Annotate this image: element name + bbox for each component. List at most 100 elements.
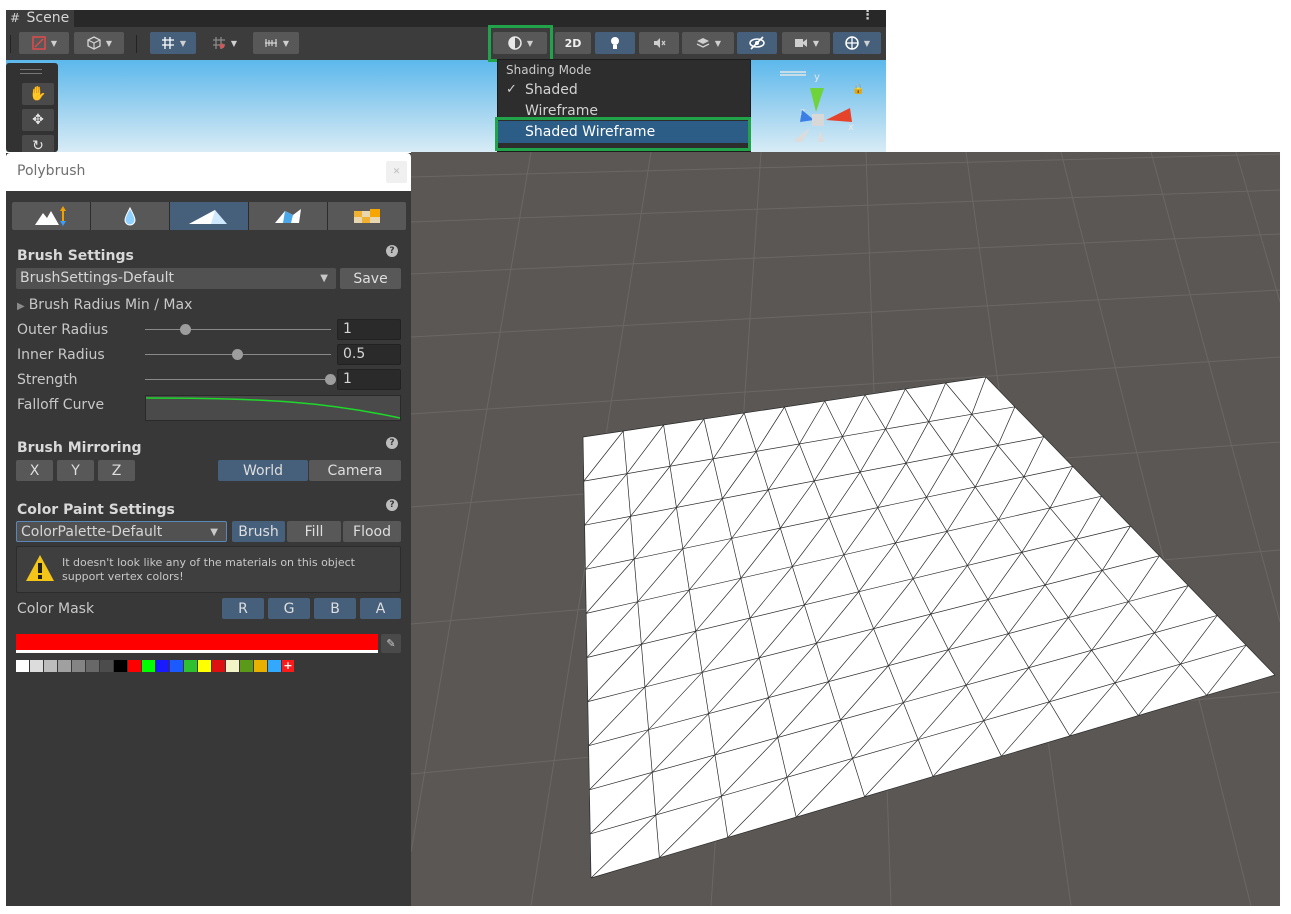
inner-radius-field[interactable]: 0.5	[337, 344, 401, 365]
move-tool-button[interactable]: ✥	[22, 109, 54, 131]
lock-icon[interactable]: 🔒	[852, 84, 864, 95]
effects-button[interactable]: ▼	[682, 32, 734, 54]
ruler-snap-button[interactable]: ▼	[253, 32, 299, 54]
mode-tab-paint-textures[interactable]	[328, 202, 406, 230]
shading-option-shaded[interactable]: ✓ Shaded	[498, 79, 750, 101]
paint-fill-mode-button[interactable]: Fill	[287, 521, 341, 542]
color-palette-select[interactable]: ColorPalette-Default ▼	[16, 521, 227, 542]
color-swatch[interactable]	[198, 660, 211, 672]
cube-icon	[87, 36, 101, 50]
add-swatch-icon[interactable]: +	[282, 660, 294, 672]
help-icon[interactable]: ?	[386, 499, 398, 511]
gizmo-neg-x-cone[interactable]	[794, 128, 810, 142]
rotate-tool-button[interactable]: ↻	[22, 135, 54, 152]
strength-slider-track[interactable]	[145, 379, 331, 380]
orientation-gizmo[interactable]: y z x	[780, 60, 870, 142]
color-swatch[interactable]	[30, 660, 43, 672]
audio-toggle-button[interactable]	[639, 32, 679, 54]
outer-radius-slider-handle[interactable]	[179, 324, 191, 335]
2d-toggle-button[interactable]: 2D	[555, 32, 591, 54]
color-swatch[interactable]	[128, 660, 141, 672]
scene-sky-background	[6, 60, 886, 152]
mirror-z-button[interactable]: Z	[98, 460, 135, 481]
color-swatch[interactable]	[72, 660, 85, 672]
brush-preset-select[interactable]: BrushSettings-Default ▼	[16, 268, 336, 289]
outer-radius-slider-track[interactable]	[145, 329, 331, 330]
save-button[interactable]: Save	[340, 268, 401, 289]
scene-tab[interactable]: # Scene	[6, 10, 74, 27]
mode-tab-smooth[interactable]	[91, 202, 170, 230]
paint-brush-mode-button[interactable]: Brush	[232, 521, 285, 542]
chevron-down-icon: ▼	[179, 38, 187, 48]
help-icon[interactable]: ?	[386, 245, 398, 257]
mask-a-button[interactable]: A	[360, 598, 401, 619]
mirror-world-button[interactable]: World	[218, 460, 308, 481]
color-swatch[interactable]	[212, 660, 225, 672]
hidden-objects-toggle-button[interactable]	[737, 32, 777, 54]
eyedropper-button[interactable]: ✎	[381, 634, 401, 653]
mirror-x-button[interactable]: X	[16, 460, 53, 481]
mirror-y-label: Y	[71, 462, 80, 479]
strength-slider-handle[interactable]	[325, 374, 336, 385]
increment-snap-button[interactable]: ▼	[201, 32, 247, 54]
gizmo-x-cone[interactable]	[826, 108, 852, 122]
lighting-toggle-button[interactable]	[595, 32, 635, 54]
render-mode-button[interactable]: ▼	[74, 32, 124, 54]
gizmos-button[interactable]: ▼	[833, 32, 881, 54]
strength-field[interactable]: 1	[337, 369, 401, 390]
draw-mode-icon	[32, 36, 46, 50]
hand-tool-button[interactable]: ✋	[22, 83, 54, 105]
shaded-wireframe-highlight	[495, 117, 751, 151]
more-options-icon[interactable]: ⋮	[861, 10, 874, 23]
tools-grip-handle[interactable]	[20, 69, 42, 74]
color-swatch[interactable]	[58, 660, 71, 672]
gizmo-y-cone[interactable]	[810, 88, 824, 112]
mirror-camera-button[interactable]: Camera	[309, 460, 401, 481]
shading-option-wireframe[interactable]: Wireframe	[498, 100, 750, 118]
chevron-down-icon: ▼	[230, 38, 238, 48]
color-swatch[interactable]	[16, 660, 29, 672]
falloff-curve-field[interactable]	[145, 395, 401, 421]
grid-snap-button[interactable]: ▼	[150, 32, 196, 54]
color-swatch[interactable]	[100, 660, 113, 672]
camera-button[interactable]: ▼	[782, 32, 830, 54]
color-swatch[interactable]	[184, 660, 197, 672]
gizmo-z-cone[interactable]	[800, 110, 814, 122]
mask-g-button[interactable]: G	[268, 598, 310, 619]
mirror-y-button[interactable]: Y	[57, 460, 94, 481]
color-swatch[interactable]	[254, 660, 267, 672]
color-swatch[interactable]	[44, 660, 57, 672]
color-swatch[interactable]	[268, 660, 281, 672]
mode-tab-scatter-prefabs[interactable]	[249, 202, 328, 230]
mask-r-button[interactable]: R	[222, 598, 264, 619]
mode-tab-sculpt[interactable]	[12, 202, 91, 230]
draw-mode-button[interactable]: ▼	[19, 32, 69, 54]
plane-mesh[interactable]	[583, 377, 1275, 878]
color-swatch[interactable]	[114, 660, 127, 672]
gizmo-center-cube[interactable]	[812, 114, 824, 126]
raise-lower-icon	[35, 206, 66, 226]
paint-flood-mode-button[interactable]: Flood	[343, 521, 401, 542]
snap-grid-icon	[212, 37, 225, 49]
scene-grid-and-plane[interactable]	[411, 152, 1280, 906]
gizmo-neg-y-cone[interactable]	[816, 130, 828, 142]
close-button[interactable]: ✕	[386, 161, 407, 183]
brush-mirroring-title: Brush Mirroring	[17, 440, 142, 456]
polybrush-header[interactable]: Polybrush ✕	[6, 153, 411, 191]
gizmo-x-label: x	[848, 122, 854, 133]
inner-radius-slider-handle[interactable]	[232, 349, 243, 360]
triangle-right-icon: ▶	[17, 301, 25, 312]
color-swatch[interactable]	[170, 660, 183, 672]
mask-b-button[interactable]: B	[314, 598, 356, 619]
color-swatch[interactable]	[156, 660, 169, 672]
outer-radius-field[interactable]: 1	[337, 319, 401, 340]
current-color-field[interactable]	[16, 634, 378, 650]
color-swatch[interactable]	[226, 660, 239, 672]
color-swatch[interactable]	[142, 660, 155, 672]
brush-radius-foldout[interactable]: ▶ Brush Radius Min / Max	[17, 297, 192, 313]
color-swatch[interactable]	[240, 660, 253, 672]
help-icon[interactable]: ?	[386, 437, 398, 449]
scene-viewport[interactable]	[411, 152, 1280, 906]
color-swatch[interactable]	[86, 660, 99, 672]
mode-tab-paint-vertex-colors[interactable]	[170, 202, 249, 230]
